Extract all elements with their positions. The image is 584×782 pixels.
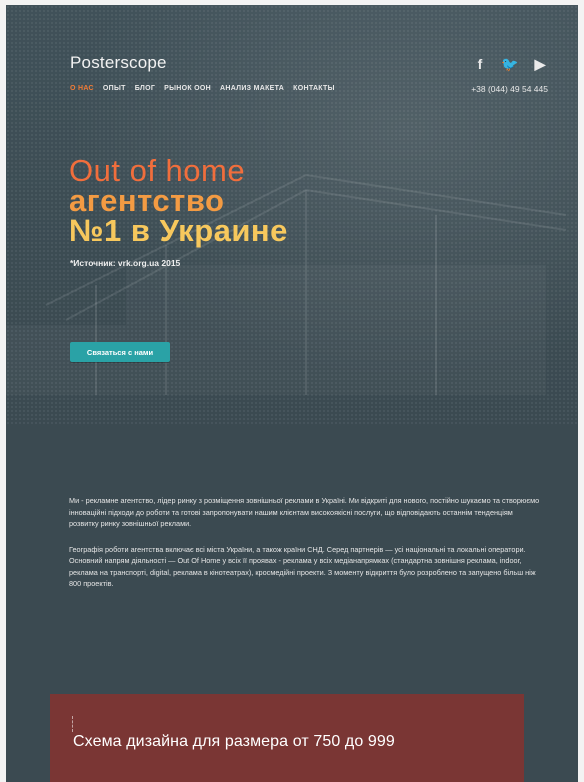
headline-line-2: агентство <box>69 182 225 218</box>
headline-line-3: №1 в Украине <box>69 212 288 248</box>
design-scheme-label: Схема дизайна для размера от 750 до 999 <box>73 733 395 750</box>
menu-item-experience[interactable]: ОПЫТ <box>103 85 126 92</box>
menu-item-layout-analysis[interactable]: АНАЛИЗ МАКЕТА <box>220 85 284 92</box>
menu-item-blog[interactable]: БЛОГ <box>135 85 155 92</box>
page-frame: Posterscope f 🐦 ▶ О НАС ОПЫТ БЛОГ РЫНОК … <box>0 0 584 782</box>
youtube-icon[interactable]: ▶ <box>532 56 548 72</box>
phone-number[interactable]: +38 (044) 49 54 445 <box>471 84 548 94</box>
about-paragraph-1: Ми - рекламне агентство, лідер ринку з р… <box>69 496 540 528</box>
brand-logo[interactable]: Posterscope <box>70 53 167 73</box>
site-preview: Posterscope f 🐦 ▶ О НАС ОПЫТ БЛОГ РЫНОК … <box>6 5 578 782</box>
main-menu: О НАС ОПЫТ БЛОГ РЫНОК ООН АНАЛИЗ МАКЕТА … <box>70 85 335 92</box>
about-text: Ми - рекламне агентство, лідер ринку з р… <box>69 495 543 604</box>
menu-item-ooh-market[interactable]: РЫНОК ООН <box>164 85 211 92</box>
design-scheme-note: Схема дизайна для размера от 750 до 999 <box>50 694 524 782</box>
about-paragraph-2: Географія роботи агентства включає всі м… <box>69 544 536 589</box>
social-links: f 🐦 ▶ <box>472 56 548 73</box>
headline-line-1: Out of home <box>69 152 246 188</box>
twitter-icon[interactable]: 🐦 <box>501 56 518 72</box>
menu-item-about[interactable]: О НАС <box>70 85 94 92</box>
facebook-icon[interactable]: f <box>472 56 488 72</box>
contact-us-button[interactable]: Связаться с нами <box>70 342 170 362</box>
hero-headline: Out of home агентство №1 в Украине <box>69 152 288 248</box>
hero-section: Posterscope f 🐦 ▶ О НАС ОПЫТ БЛОГ РЫНОК … <box>6 5 578 425</box>
text-cursor-marker <box>72 716 74 732</box>
menu-item-contacts[interactable]: КОНТАКТЫ <box>293 85 335 92</box>
source-note: *Источник: vrk.org.ua 2015 <box>70 258 181 268</box>
